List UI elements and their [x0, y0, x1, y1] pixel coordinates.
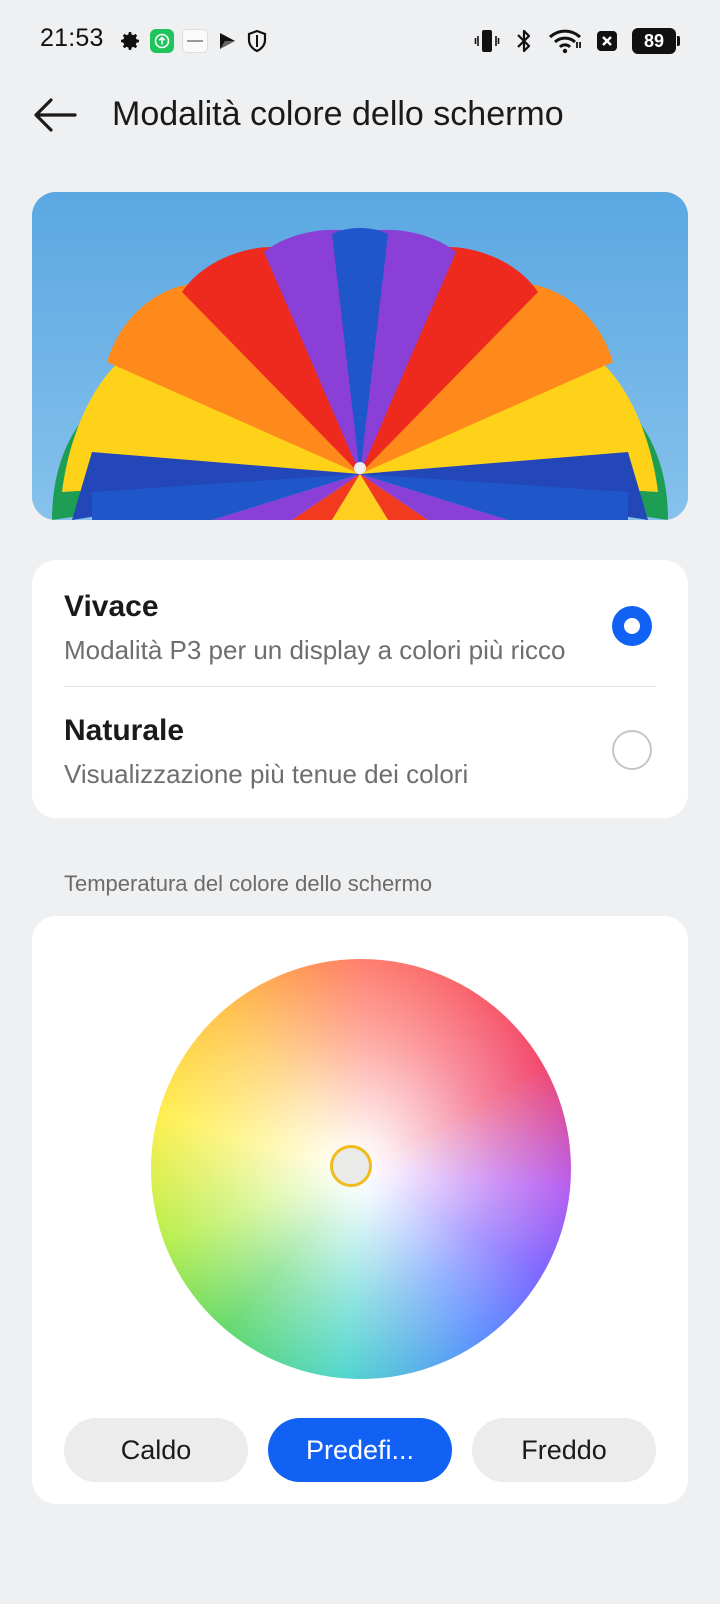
- page-title: Modalità colore dello schermo: [112, 95, 564, 133]
- gear-icon: [118, 29, 142, 53]
- cool-button[interactable]: Freddo: [472, 1418, 656, 1482]
- mode-option-title: Vivace: [64, 590, 159, 623]
- mode-option-title: Naturale: [64, 714, 185, 747]
- preview-image: [32, 192, 688, 520]
- status-right-icons: 89: [474, 26, 680, 56]
- mode-option-naturale[interactable]: Naturale Visualizzazione più tenue dei c…: [32, 686, 688, 812]
- wifi-icon: [548, 28, 582, 54]
- mode-option-description: Visualizzazione più tenue dei colori: [64, 759, 469, 789]
- radio-selected[interactable]: [612, 606, 652, 646]
- status-time: 21:53: [40, 24, 104, 52]
- shield-icon: [246, 29, 268, 53]
- close-box-icon: [596, 30, 618, 52]
- color-mode-card: Vivace Modalità P3 per un display a colo…: [32, 560, 688, 818]
- mode-option-vivace[interactable]: Vivace Modalità P3 per un display a colo…: [32, 560, 688, 686]
- color-wheel-handle[interactable]: [330, 1145, 372, 1187]
- bluetooth-icon: [514, 28, 534, 54]
- play-icon: [216, 30, 238, 52]
- app-badge-icon: [182, 29, 208, 53]
- mode-option-description: Modalità P3 per un display a colori più …: [64, 635, 566, 665]
- color-wheel[interactable]: [151, 959, 571, 1379]
- status-left-icons: [118, 28, 268, 54]
- battery-icon: 89: [632, 28, 680, 54]
- app-update-icon: [150, 29, 174, 53]
- section-label-temperature: Temperatura del colore dello schermo: [64, 871, 433, 896]
- back-button[interactable]: [30, 90, 80, 140]
- radio-unselected[interactable]: [612, 730, 652, 770]
- temperature-preset-buttons: Caldo Predefi... Freddo: [64, 1418, 656, 1482]
- vibrate-icon: [474, 28, 500, 54]
- arrow-left-icon: [34, 98, 77, 132]
- status-bar: 21:53 89: [0, 0, 720, 84]
- warm-button[interactable]: Caldo: [64, 1418, 248, 1482]
- color-temperature-card: Caldo Predefi... Freddo: [32, 916, 688, 1504]
- parachute-image: [32, 192, 688, 520]
- default-button[interactable]: Predefi...: [268, 1418, 452, 1482]
